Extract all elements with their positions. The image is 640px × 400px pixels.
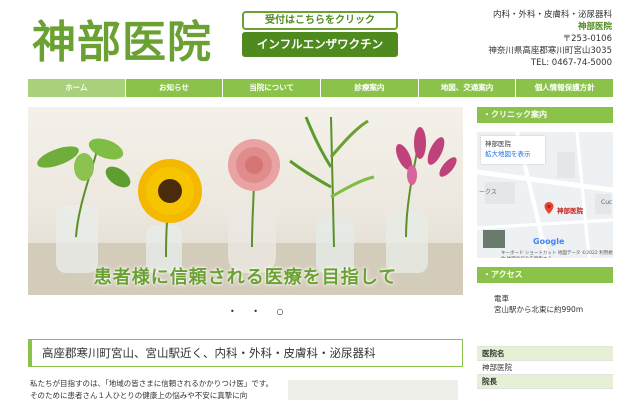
intro-photo	[288, 380, 458, 400]
slideshow-dots[interactable]: • • ○	[230, 307, 292, 316]
site-title[interactable]: 神部医院	[32, 6, 212, 70]
sidebar: ・クリニック案内 ークス Cuc 神部医院 拡大地図を表示 神部医院 Googl…	[477, 107, 613, 389]
clinic-name-text: 神部医院	[577, 22, 612, 32]
access-train-label: 電車	[494, 294, 509, 303]
departments-text: 内科・外科・皮膚科・泌尿器科	[492, 10, 612, 20]
phone-number[interactable]: TEL: 0467-74-5000	[488, 57, 612, 69]
clinic-contact-info: 内科・外科・皮膚科・泌尿器科 神部医院 〒253-0106 神奈川県高座郡寒川町…	[488, 9, 612, 69]
map-pin-label: 神部医院	[557, 207, 583, 215]
location-pin-icon[interactable]	[543, 202, 555, 214]
hero-caption: 患者様に信頼される医療を目指して	[93, 267, 398, 288]
access-info: 電車 宮山駅から北東に約990m	[477, 289, 613, 339]
main-section-heading: 高座郡寒川町宮山、宮山駅近く、内科・外科・皮膚科・泌尿器科	[28, 339, 463, 367]
nav-home[interactable]: ホーム	[28, 79, 126, 97]
nav-about[interactable]: 当院について	[223, 79, 322, 97]
clinic-info-table: 医院名 神部医院 院長	[477, 346, 613, 389]
nav-news[interactable]: お知らせ	[126, 79, 224, 97]
map-card-title: 神部医院	[485, 140, 511, 148]
postal-code: 〒253-0106	[562, 34, 612, 44]
svg-text:ークス: ークス	[479, 189, 497, 196]
intro-paragraph: 私たちが目指すのは、「地域の皆さまに信頼されるかかりつけ医」です。そのために患者…	[30, 379, 274, 400]
banner-reception-label[interactable]: 受付はこちらをクリック	[242, 11, 398, 30]
site-header: 神部医院 受付はこちらをクリック インフルエンザワクチン 内科・外科・皮膚科・泌…	[0, 0, 640, 76]
nav-privacy[interactable]: 個人情報保護方針	[516, 79, 613, 97]
banner-vaccine-label[interactable]: インフルエンザワクチン	[242, 32, 398, 57]
nav-access[interactable]: 地図、交通案内	[419, 79, 517, 97]
access-station-distance: 宮山駅から北東に約990m	[494, 305, 584, 314]
info-value-clinic-name: 神部医院	[477, 361, 613, 375]
info-label-clinic-name: 医院名	[477, 347, 613, 361]
main-navigation: ホーム お知らせ 当院について 診療案内 地図、交通案内 個人情報保護方針	[28, 79, 613, 97]
flu-vaccine-banner[interactable]: 受付はこちらをクリック インフルエンザワクチン	[242, 11, 398, 57]
google-map[interactable]: ークス Cuc 神部医院 拡大地図を表示 神部医院 Google キーボード シ…	[477, 132, 613, 258]
address-text: 神奈川県高座郡寒川町宮山3035	[488, 46, 612, 56]
hero-slideshow[interactable]: 患者様に信頼される医療を目指して	[28, 107, 463, 295]
clinic-guide-heading: ・クリニック案内	[477, 107, 613, 123]
map-footer[interactable]: キーボード ショートカット 地図データ ©2022 利用規約 地図の誤りを報告す…	[501, 250, 613, 258]
access-heading: ・アクセス	[477, 267, 613, 283]
nav-treatment[interactable]: 診療案内	[321, 79, 419, 97]
map-enlarge-link[interactable]: 拡大地図を表示	[485, 149, 541, 159]
info-label-director: 院長	[477, 375, 613, 389]
google-logo: Google	[533, 237, 565, 246]
svg-text:Cuc: Cuc	[601, 199, 612, 206]
map-info-card: 神部医院 拡大地図を表示	[481, 136, 545, 164]
